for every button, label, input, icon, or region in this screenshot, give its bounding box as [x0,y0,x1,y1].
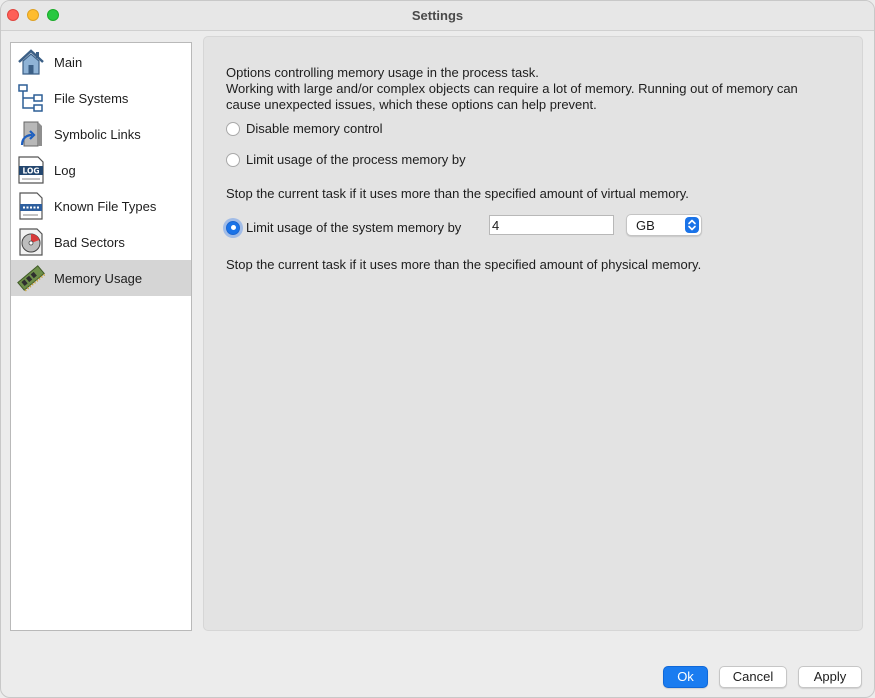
title-bar: Settings [1,1,874,31]
limit-system-memory-radio[interactable] [226,220,240,235]
sidebar-item-label: Log [54,162,76,178]
tree-icon [16,83,46,113]
disable-memory-control-radio[interactable] [226,121,240,136]
sidebar-item-symbolic-links[interactable]: Symbolic Links [11,116,191,152]
system-memory-note: Stop the current task if it uses more th… [226,257,702,272]
intro-text-line1: Options controlling memory usage in the … [226,65,539,80]
document-icon [16,191,46,221]
system-memory-amount-input[interactable] [489,215,614,235]
cancel-button[interactable]: Cancel [719,666,787,688]
limit-process-memory-option[interactable]: Limit usage of the process memory by [226,152,466,167]
sidebar-item-label: Bad Sectors [54,234,125,250]
sidebar-item-log[interactable]: LOG Log [11,152,191,188]
apply-button[interactable]: Apply [798,666,862,688]
sidebar-item-file-systems[interactable]: File Systems [11,80,191,116]
sidebar-item-label: Main [54,54,83,70]
settings-sidebar: Main File Systems Symbolic Links LOG Log… [10,42,192,631]
ok-button[interactable]: Ok [663,666,708,688]
sidebar-item-label: Memory Usage [54,270,143,286]
disk-icon [16,227,46,257]
intro-text-line2: Working with large and/or complex object… [226,81,798,96]
sidebar-item-main[interactable]: Main [11,44,191,80]
house-icon [16,47,46,77]
unit-select-value: GB [636,218,655,233]
intro-text-line3: cause unexpected issues, which these opt… [226,97,597,112]
log-icon: LOG [16,155,46,185]
memory-usage-panel: Options controlling memory usage in the … [203,36,863,631]
memory-chip-icon [16,263,46,293]
limit-process-memory-radio[interactable] [226,152,240,167]
system-memory-unit-select[interactable]: GB [626,214,702,236]
sidebar-item-bad-sectors[interactable]: Bad Sectors [11,224,191,260]
window-title: Settings [411,8,464,23]
sidebar-item-known-file-types[interactable]: Known File Types [11,188,191,224]
limit-system-memory-option[interactable]: Limit usage of the system memory by [226,220,461,235]
sidebar-item-label: File Systems [54,90,129,106]
svg-text:LOG: LOG [22,167,39,176]
sidebar-item-label: Symbolic Links [54,126,141,142]
sidebar-item-label: Known File Types [54,198,157,214]
disable-memory-control-option[interactable]: Disable memory control [226,121,383,136]
shortcut-icon [16,119,46,149]
disable-memory-control-label: Disable memory control [246,121,383,136]
process-memory-note: Stop the current task if it uses more th… [226,186,689,201]
chevron-up-down-icon [685,217,699,233]
sidebar-item-memory-usage[interactable]: Memory Usage [11,260,191,296]
settings-window: Settings Main File Systems Symbolic Link… [0,0,875,698]
limit-system-memory-label: Limit usage of the system memory by [246,220,462,235]
limit-process-memory-label: Limit usage of the process memory by [246,152,466,167]
